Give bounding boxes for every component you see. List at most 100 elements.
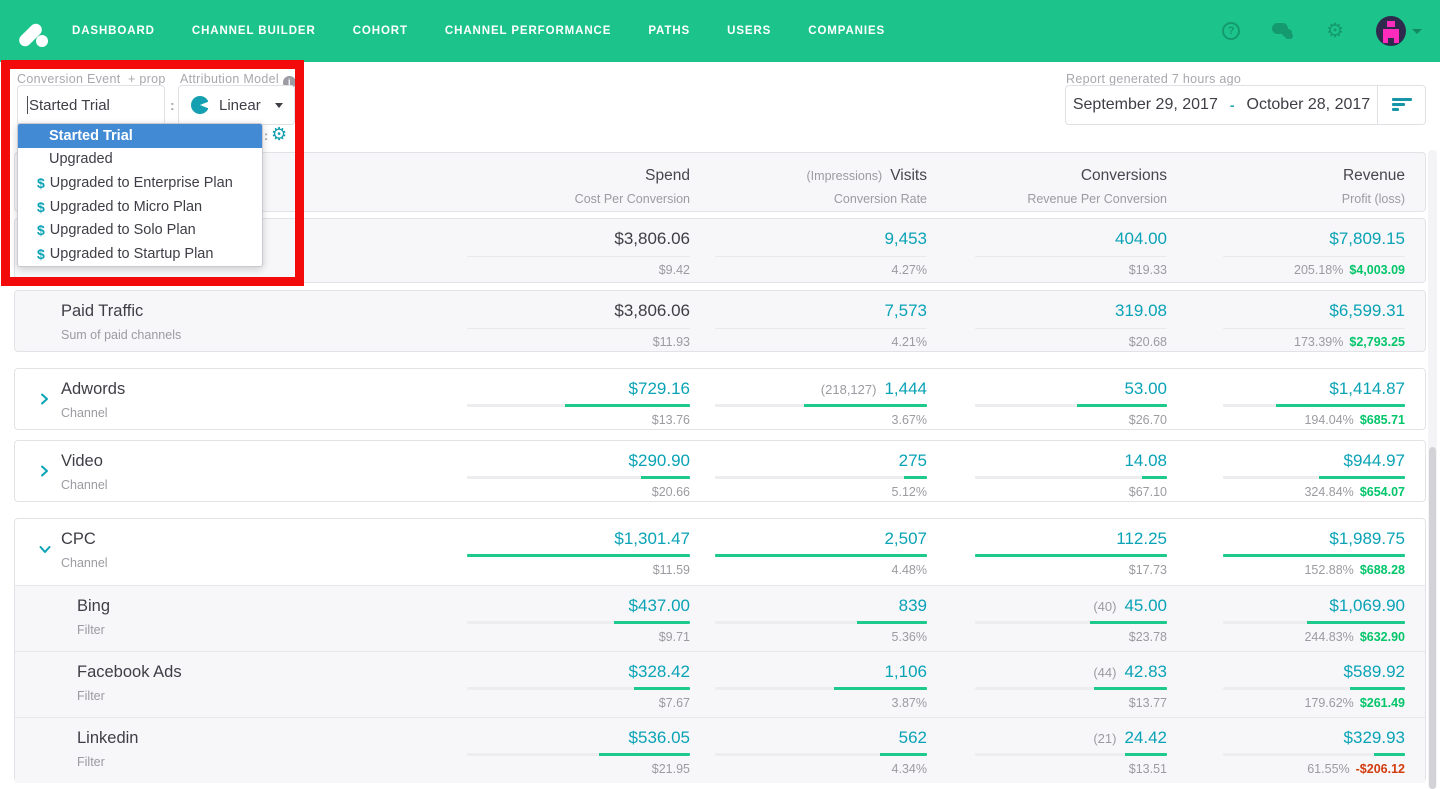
row-name: Video [61, 452, 103, 470]
table-row-paid-traffic: Paid Traffic Sum of paid channels $3,806.… [14, 290, 1426, 352]
visits-value[interactable]: 275 [715, 441, 927, 471]
conversion-count: (44) [1093, 665, 1117, 680]
dropdown-option-upgraded[interactable]: Upgraded [18, 148, 262, 172]
col-header-spend: Spend [645, 167, 690, 184]
date-filter-button[interactable] [1377, 86, 1425, 124]
dropdown-option-started-trial[interactable]: Started Trial [18, 124, 262, 148]
conversions-value[interactable]: 112.25 [975, 519, 1167, 549]
conversions-value[interactable]: 319.08 [975, 291, 1167, 321]
spend-value: $3,806.06 [614, 301, 690, 320]
spend-value[interactable]: $437.00 [467, 586, 690, 616]
date-range-picker[interactable]: September 29, 2017 - October 28, 2017 [1065, 85, 1426, 125]
attribution-model-select[interactable]: Linear [178, 85, 295, 125]
revenue-value[interactable]: $329.93 [1223, 718, 1405, 748]
row2-separator: : [264, 128, 269, 143]
conversions-value[interactable]: 45.00 [1124, 596, 1167, 615]
add-prop-link[interactable]: + prop [128, 72, 166, 86]
profit-pct: 152.88% [1304, 563, 1354, 577]
revenue-value[interactable]: $1,989.75 [1223, 519, 1405, 549]
conversions-value[interactable]: 404.00 [975, 219, 1167, 249]
scrollbar-thumb[interactable] [1429, 447, 1436, 789]
attribution-dashboard: DASHBOARD CHANNEL BUILDER COHORT CHANNEL… [0, 0, 1440, 789]
col-header-conversions: Conversions [1080, 167, 1167, 184]
conversions-value[interactable]: 24.42 [1124, 728, 1167, 747]
date-separator: - [1229, 97, 1235, 113]
spend-value[interactable]: $290.90 [467, 441, 690, 471]
nav-item-channel-performance[interactable]: CHANNEL PERFORMANCE [445, 25, 611, 37]
nav-item-users[interactable]: USERS [727, 25, 771, 37]
controls-separator: : [170, 97, 175, 113]
col-header-revenue: Revenue [1342, 167, 1405, 184]
dropdown-option-upgraded-solo[interactable]: $ Upgraded to Solo Plan [18, 218, 262, 242]
revenue-value[interactable]: $6,599.31 [1223, 291, 1405, 321]
cost-per-conversion: $21.95 [651, 762, 690, 776]
cost-per-conversion: $7.67 [658, 696, 690, 710]
dropdown-option-upgraded-micro[interactable]: $ Upgraded to Micro Plan [18, 195, 262, 219]
top-navbar: DASHBOARD CHANNEL BUILDER COHORT CHANNEL… [0, 0, 1440, 62]
dropdown-caret-icon [274, 102, 283, 108]
visits-value[interactable]: 7,573 [715, 291, 927, 321]
conversions-value[interactable]: 14.08 [975, 441, 1167, 471]
conversion-rate: 4.34% [891, 762, 927, 776]
spend-value[interactable]: $328.42 [467, 652, 690, 682]
revenue-per-conversion: $17.73 [1128, 563, 1167, 577]
visits-value[interactable]: 562 [715, 718, 927, 748]
dropdown-option-upgraded-startup[interactable]: $ Upgraded to Startup Plan [18, 242, 262, 266]
revenue-per-conversion: $26.70 [1128, 413, 1167, 427]
revenue-value[interactable]: $1,069.90 [1223, 586, 1405, 616]
date-start: September 29, 2017 [1072, 96, 1218, 113]
profit-pct: 179.62% [1304, 696, 1354, 710]
row-name: CPC [61, 530, 96, 548]
revenue-per-conversion: $20.68 [1128, 335, 1167, 349]
settings-gear-icon[interactable]: ⚙ [1326, 21, 1344, 41]
revenue-value[interactable]: $944.97 [1223, 441, 1405, 471]
account-menu[interactable] [1376, 16, 1422, 46]
revenue-value[interactable]: $589.92 [1223, 652, 1405, 682]
help-icon[interactable]: ? [1222, 22, 1241, 40]
cost-per-conversion: $9.42 [658, 263, 690, 277]
nav-item-cohort[interactable]: COHORT [353, 25, 408, 37]
table-row-adwords: Adwords Channel $729.16 $13.76 (218,127) 1,… [14, 368, 1426, 430]
visits-value[interactable]: 1,444 [884, 379, 927, 398]
spend-value[interactable]: $1,301.47 [467, 519, 690, 549]
collapse-chevron-down-icon[interactable] [39, 542, 51, 560]
nav-item-companies[interactable]: COMPANIES [808, 25, 885, 37]
row-name: Linkedin [77, 729, 139, 747]
nav-item-channel-builder[interactable]: CHANNEL BUILDER [192, 25, 316, 37]
profit-value: $688.28 [1359, 563, 1405, 577]
conversion-event-input[interactable]: Started Trial [17, 85, 165, 125]
conversion-rate: 5.36% [891, 630, 927, 644]
revenue-value[interactable]: $7,809.15 [1223, 219, 1405, 249]
expand-chevron-right-icon[interactable] [39, 392, 50, 410]
chat-icon[interactable] [1272, 22, 1294, 40]
nav-item-dashboard[interactable]: DASHBOARD [72, 25, 155, 37]
brand-logo-icon[interactable] [14, 11, 54, 51]
table-row-video: Video Channel $290.90 $20.66 275 5.12% 14.0… [14, 440, 1426, 502]
spend-value[interactable]: $536.05 [467, 718, 690, 748]
filter-icon [1391, 98, 1412, 112]
cost-per-conversion: $9.71 [658, 630, 690, 644]
dropdown-option-upgraded-enterprise[interactable]: $ Upgraded to Enterprise Plan [18, 171, 262, 195]
revenue-per-conversion: $19.33 [1128, 263, 1167, 277]
visits-value[interactable]: 1,106 [715, 652, 927, 682]
conversion-count: (21) [1093, 731, 1117, 746]
model-settings-gear-icon[interactable]: ⚙ [271, 124, 287, 145]
nav-item-paths[interactable]: PATHS [648, 25, 690, 37]
conversion-event-label: Conversion Event + prop [17, 72, 166, 86]
visits-value[interactable]: 9,453 [715, 219, 927, 249]
row-subtitle: Filter [77, 755, 105, 769]
expand-chevron-right-icon[interactable] [39, 464, 50, 482]
revenue-value[interactable]: $1,414.87 [1223, 369, 1405, 399]
profit-pct: 244.83% [1304, 630, 1354, 644]
cost-per-conversion: $11.59 [652, 563, 690, 577]
visits-value[interactable]: 2,507 [715, 519, 927, 549]
col-subheader-cost-per-conversion: Cost Per Conversion [574, 192, 690, 206]
pie-chart-icon [191, 96, 209, 114]
profit-value: $654.07 [1359, 485, 1405, 499]
col-header-visits: (Impressions) Visits [806, 167, 927, 184]
spend-value[interactable]: $729.16 [467, 369, 690, 399]
conversions-value[interactable]: 53.00 [975, 369, 1167, 399]
visits-value[interactable]: 839 [715, 586, 927, 616]
conversions-value[interactable]: 42.83 [1124, 662, 1167, 681]
table-row-facebook-ads: Facebook Ads Filter $328.42 $7.67 1,106 3.8… [15, 651, 1425, 717]
